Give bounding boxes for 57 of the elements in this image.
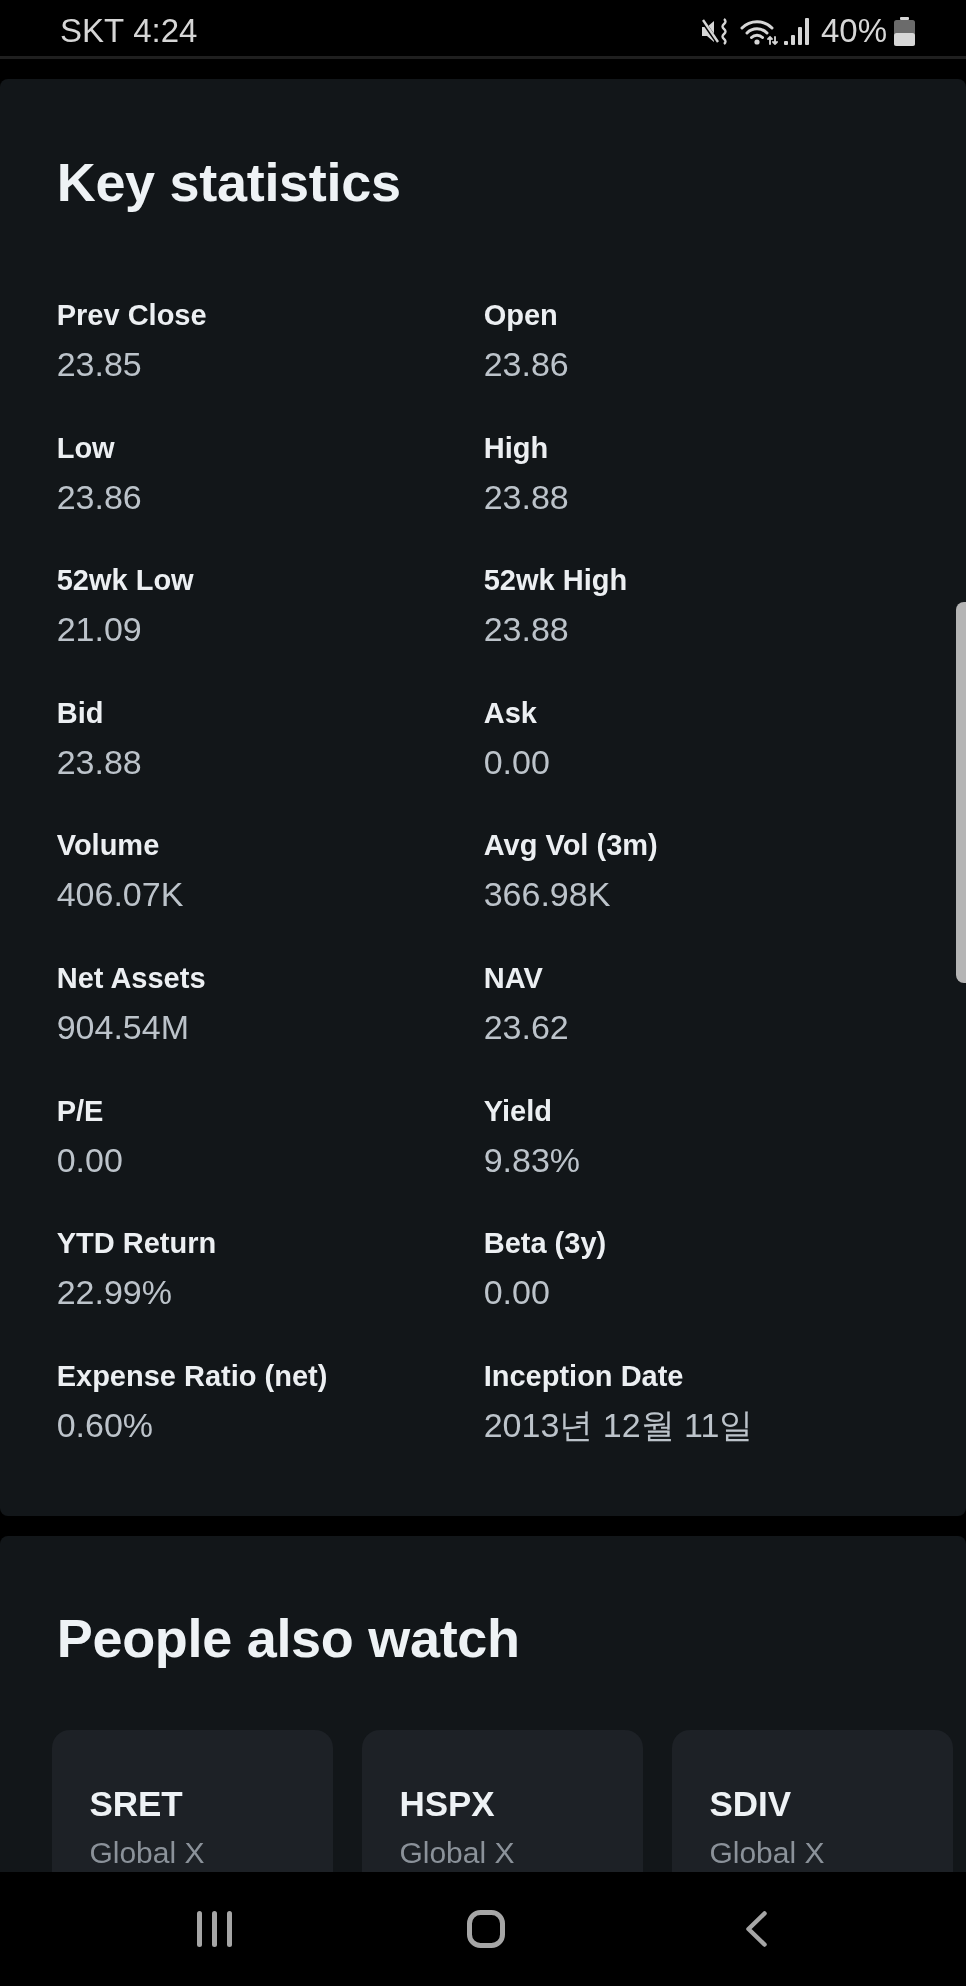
stat-value: 23.88 — [56, 741, 143, 783]
wifi-icon — [739, 17, 778, 45]
stat-label: Low — [56, 430, 116, 466]
fund-issuer: Global X — [709, 1834, 826, 1871]
stat-label: Avg Vol (3m) — [483, 828, 659, 864]
stat-label: 52wk Low — [56, 563, 195, 599]
stat-value: 9.83% — [483, 1139, 582, 1181]
stat-label: Volume — [56, 828, 161, 864]
fund-issuer: Global X — [399, 1834, 516, 1871]
stat-value: 904.54M — [56, 1007, 190, 1049]
home-icon[interactable] — [466, 1910, 505, 1948]
fund-issuer: Global X — [89, 1834, 206, 1871]
stat-value: 23.88 — [483, 476, 570, 518]
stat-label: Inception Date — [483, 1358, 685, 1394]
stat-label: Prev Close — [56, 298, 208, 334]
stat-value: 23.85 — [56, 344, 143, 386]
ticker-symbol: SRET — [89, 1782, 184, 1825]
stat-label: Yield — [483, 1093, 553, 1129]
muted-speaker-icon — [700, 17, 729, 45]
battery-icon — [894, 16, 915, 46]
stat-value: 0.00 — [56, 1139, 124, 1181]
section-heading: People also watch — [56, 1606, 521, 1670]
stat-label: Net Assets — [56, 961, 207, 997]
recent-apps-icon[interactable] — [197, 1911, 232, 1947]
stat-label: Bid — [56, 695, 105, 731]
ticker-card[interactable]: SRET Global X — [52, 1729, 334, 1872]
battery-percent: 40% — [820, 11, 887, 51]
stat-label: P/E — [56, 1093, 105, 1129]
stat-value: 23.86 — [56, 476, 143, 518]
stat-label: Expense Ratio (net) — [56, 1358, 329, 1394]
stat-label: 52wk High — [483, 563, 629, 599]
section-heading: Key statistics — [56, 150, 402, 214]
stat-value: 22.99% — [56, 1272, 173, 1314]
stat-value: 406.07K — [56, 874, 185, 916]
stat-label: Beta (3y) — [483, 1226, 608, 1262]
stat-value: 23.86 — [483, 344, 570, 386]
ticker-card[interactable]: HSPX Global X — [362, 1729, 644, 1872]
carrier-name: SKT — [60, 11, 125, 51]
stat-label: High — [483, 430, 550, 466]
stat-value: 2013년 12월 11일 — [483, 1404, 755, 1446]
stat-label: YTD Return — [56, 1226, 218, 1262]
ticker-card[interactable]: SDIV Global X — [672, 1729, 954, 1872]
stat-value: 0.00 — [483, 741, 551, 783]
clock-time: 4:24 — [133, 11, 198, 51]
stat-value: 0.00 — [483, 1272, 551, 1314]
stat-value: 23.62 — [483, 1007, 570, 1049]
stat-label: NAV — [483, 961, 544, 997]
back-icon[interactable] — [746, 1911, 768, 1947]
signal-icon — [783, 17, 809, 45]
ticker-symbol: HSPX — [399, 1782, 496, 1825]
ticker-symbol: SDIV — [709, 1782, 793, 1825]
stat-value: 21.09 — [56, 609, 143, 651]
stat-value: 0.60% — [56, 1404, 155, 1446]
stat-label: Open — [483, 298, 559, 334]
stat-label: Ask — [483, 695, 538, 731]
stat-value: 23.88 — [483, 609, 570, 651]
stat-value: 366.98K — [483, 874, 612, 916]
